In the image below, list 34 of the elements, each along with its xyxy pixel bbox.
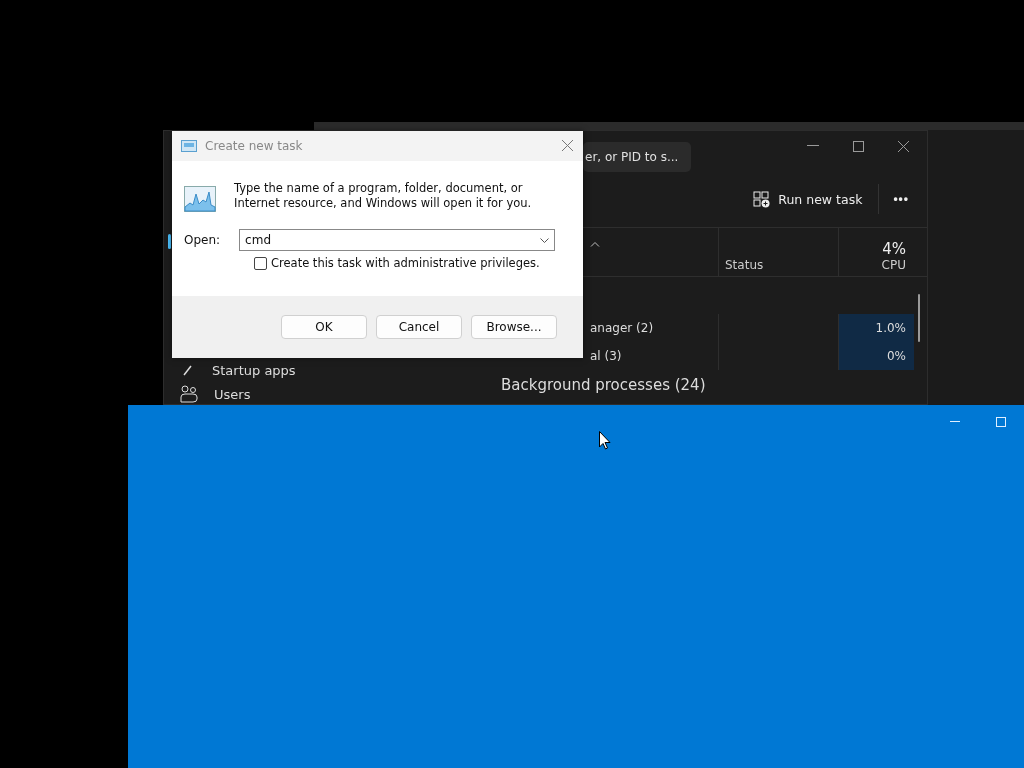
chart-icon: [184, 186, 216, 212]
users-icon: [180, 385, 198, 403]
browse-button[interactable]: Browse...: [471, 315, 557, 339]
sidebar-item[interactable]: Users: [178, 385, 251, 403]
maximize-icon[interactable]: [853, 140, 864, 152]
group-heading: Background processes (24): [500, 375, 707, 394]
table-cell: 0%: [838, 342, 914, 370]
search-field[interactable]: er, or PID to s...: [583, 142, 691, 172]
process-name: anager (2): [590, 321, 654, 335]
selection-indicator: [168, 234, 171, 249]
sidebar-item[interactable]: Startup apps: [178, 361, 296, 379]
window-title: Create new task: [205, 139, 303, 153]
close-icon[interactable]: [898, 140, 909, 152]
scrollbar[interactable]: [918, 294, 920, 342]
admin-checkbox[interactable]: Create this task with administrative privileges.: [254, 256, 555, 270]
field-label: Open:: [184, 233, 221, 247]
cpu-total: 4%: [882, 240, 906, 258]
add-window-icon: [753, 190, 771, 208]
table-cell: 1.0%: [838, 314, 914, 342]
process-name: al (3): [590, 349, 622, 363]
ok-button[interactable]: OK: [281, 315, 367, 339]
pointer-icon: [599, 431, 611, 450]
column-header[interactable]: Status: [725, 258, 838, 272]
instruction-text: Type the name of a program, folder, document, or Internet resource, and Windows will open it for you.: [234, 181, 533, 211]
open-combobox[interactable]: cmd: [239, 229, 555, 251]
app-icon: [181, 140, 197, 152]
sort-caret-icon: [590, 241, 600, 247]
cancel-button[interactable]: Cancel: [376, 315, 462, 339]
run-new-task-button[interactable]: Run new task: [747, 186, 869, 212]
column-header[interactable]: CPU: [881, 258, 906, 272]
close-icon[interactable]: [562, 140, 573, 151]
more-button[interactable]: •••: [889, 188, 913, 210]
chevron-down-icon: [540, 237, 549, 243]
minimize-icon[interactable]: [807, 145, 819, 147]
